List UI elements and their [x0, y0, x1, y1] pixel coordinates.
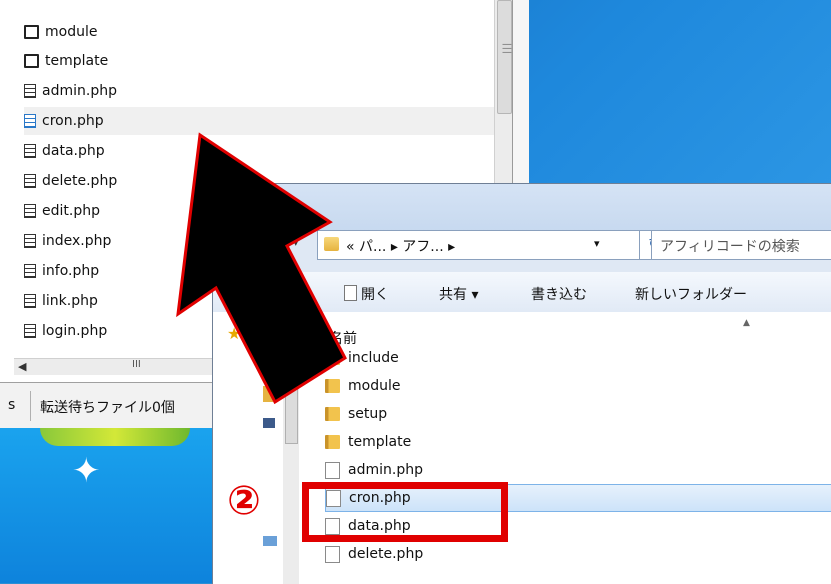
search-input[interactable]: アフィリコードの検索	[651, 230, 831, 260]
highlight-box	[302, 482, 508, 542]
tree-item-label: module	[45, 24, 98, 40]
file-list-item[interactable]: delete.php	[325, 540, 831, 568]
tree-folder-item[interactable]: module	[24, 18, 494, 46]
file-icon	[24, 114, 36, 128]
command-toolbar: 開く 共有 ▾ 書き込む 新しいフォルダー	[213, 272, 831, 313]
status-divider	[30, 391, 31, 421]
scroll-left-icon[interactable]: ◀	[18, 360, 26, 373]
tree-item-label: index.php	[42, 233, 112, 249]
breadcrumb[interactable]: « パ... ▸ アフ... ▸	[346, 236, 455, 256]
file-icon	[24, 264, 36, 278]
tree-item-label: data.php	[42, 143, 105, 159]
flower-icon: ✦	[72, 451, 101, 491]
search-placeholder: アフィリコードの検索	[660, 239, 800, 255]
tree-item-label: login.php	[42, 323, 108, 339]
desktop-wallpaper: ✦	[0, 428, 212, 583]
file-label: delete.php	[348, 546, 424, 562]
tree-item-label: admin.php	[42, 83, 117, 99]
tree-item-label: template	[45, 53, 109, 69]
explorer-titlebar[interactable]	[213, 184, 831, 232]
folder-list-item[interactable]: template	[325, 428, 831, 456]
address-bar[interactable]: « パ... ▸ アフ... ▸ ▾	[317, 230, 641, 260]
grip-icon: III	[132, 359, 141, 370]
file-label: module	[348, 378, 401, 394]
grip-icon: — — —	[502, 39, 512, 58]
computer-icon[interactable]	[263, 418, 275, 428]
folder-icon	[325, 435, 340, 449]
folder-icon	[324, 237, 339, 251]
tree-file-item[interactable]: data.php	[24, 137, 494, 165]
file-label: setup	[348, 406, 388, 422]
tree-file-item[interactable]: admin.php	[24, 77, 494, 105]
file-icon	[24, 294, 36, 308]
file-label: include	[348, 350, 399, 366]
file-label: admin.php	[348, 462, 423, 478]
ftp-scroll-thumb[interactable]: — — —	[497, 0, 512, 114]
folder-list-item[interactable]: include	[325, 344, 831, 372]
folder-icon	[325, 351, 340, 365]
tree-item-label: link.php	[42, 293, 98, 309]
wallpaper-leaf	[40, 428, 190, 446]
nav-scrollbar[interactable]	[283, 312, 299, 584]
file-icon	[24, 84, 36, 98]
tree-folder-item[interactable]: template	[24, 47, 494, 75]
file-list: 名前 include module setup template admin.php cr…	[299, 312, 831, 584]
folder-icon	[24, 25, 39, 39]
ftp-status-bar: s 転送待ちファイル0個	[0, 382, 212, 429]
file-icon	[325, 461, 340, 479]
file-label: template	[348, 434, 412, 450]
folder-icon	[325, 407, 340, 421]
folder-icon	[325, 379, 340, 393]
navigation-pane: ★	[213, 312, 284, 584]
tree-item-label: delete.php	[42, 173, 118, 189]
share-button[interactable]: 共有 ▾	[439, 284, 478, 304]
burn-button[interactable]: 書き込む	[531, 284, 587, 304]
tree-file-item[interactable]: cron.php	[24, 107, 494, 135]
file-icon	[325, 545, 340, 563]
chevron-down-icon[interactable]: ▾	[594, 237, 600, 250]
step-marker: ②	[227, 478, 261, 524]
file-icon	[24, 204, 36, 218]
file-icon	[24, 234, 36, 248]
file-list-item[interactable]: admin.php	[325, 456, 831, 484]
document-icon	[344, 285, 357, 301]
tree-item-label: cron.php	[42, 113, 104, 129]
tree-item-label: edit.php	[42, 203, 100, 219]
favorites-star-icon[interactable]: ★	[227, 324, 241, 343]
open-button[interactable]: 開く	[361, 284, 389, 304]
ftp-horizontal-scrollbar[interactable]: ◀ III	[14, 358, 212, 375]
nav-scroll-thumb[interactable]	[285, 342, 298, 444]
sort-caret-icon: ▲	[743, 318, 750, 328]
file-icon	[24, 174, 36, 188]
folder-icon	[24, 54, 39, 68]
file-icon	[24, 144, 36, 158]
folder-list-item[interactable]: setup	[325, 400, 831, 428]
folder-list-item[interactable]: module	[325, 372, 831, 400]
file-icon	[24, 324, 36, 338]
cloud-icon[interactable]	[263, 356, 273, 366]
nav-dropdown-icon[interactable]: ▾	[293, 236, 299, 249]
drive-icon[interactable]	[263, 536, 277, 546]
queue-status: 転送待ちファイル0個	[40, 400, 175, 416]
new-folder-button[interactable]: 新しいフォルダー	[635, 284, 747, 304]
library-icon[interactable]	[263, 386, 273, 402]
tree-item-label: info.php	[42, 263, 100, 279]
status-fragment: s	[8, 397, 16, 413]
